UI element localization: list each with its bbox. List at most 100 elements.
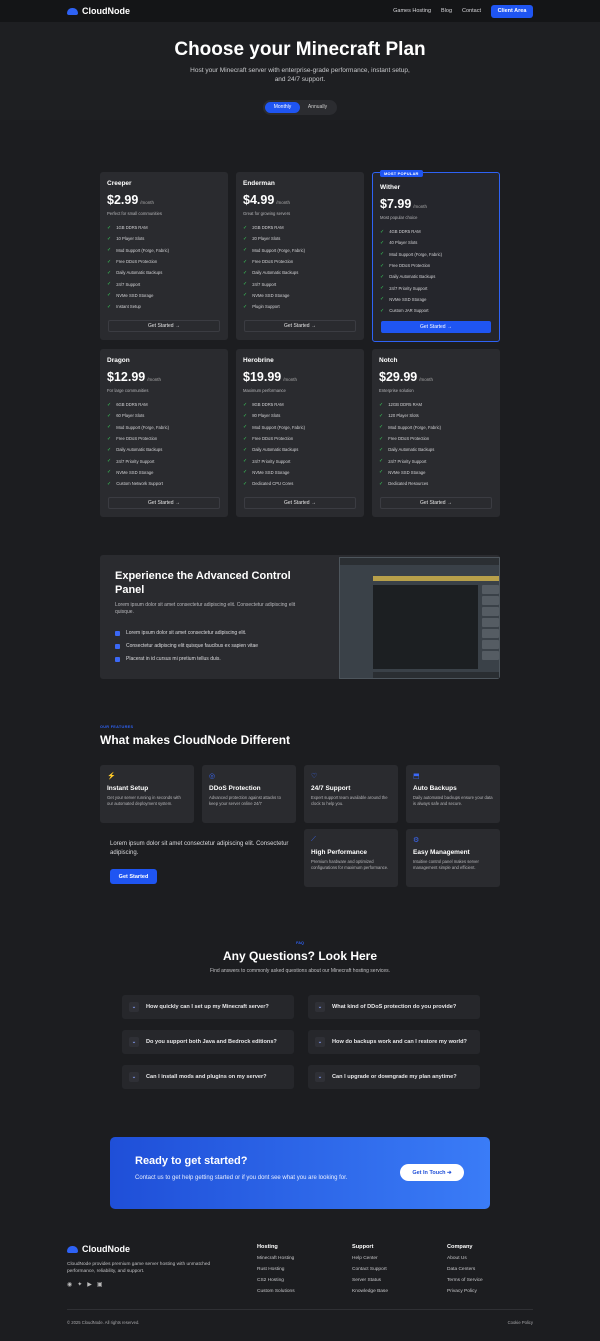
client-area-button[interactable]: Client Area [491,4,533,18]
plan-get-started-button[interactable]: Get Started → [244,497,356,509]
feature-text: 24/7 Support [252,281,277,287]
plan-feature-list: ✓ 1GB DDR5 RAM ✓ 10 Player Slots ✓ Mod Suppor… [107,222,221,312]
plan-feature: ✓ 20 Player Slots [243,233,357,244]
check-icon: ✓ [107,401,112,408]
nav-link-blog[interactable]: Blog [441,8,452,14]
check-icon: ✓ [107,446,112,453]
footer-link[interactable]: Help Center [352,1256,388,1267]
feature-title: Instant Setup [107,785,149,792]
plan-feature: ✓ Dedicated CPU Cores [243,478,357,489]
check-icon: ✓ [243,258,248,265]
toggle-monthly[interactable]: Monthly [265,102,300,113]
plan-card-wither: MOST POPULAR Wither $7.99/month Most popu… [372,170,500,342]
faq-item[interactable]: ⌄ Do you support both Java and Bedrock ed… [122,1030,294,1054]
youtube-icon[interactable]: ▶ [87,1281,92,1288]
feature-text: Daily Automatic Backups [252,270,299,276]
faq-subtitle: Find answers to commonly asked questions… [209,968,391,974]
footer-link[interactable]: Minecraft Hosting [257,1256,295,1267]
plan-feature: ✓ 24/7 Support [243,278,357,289]
faq-item[interactable]: ⌄ Can I upgrade or downgrade my plan anyt… [308,1065,480,1089]
feature-text: Mod Support (Forge, Fabric) [252,424,306,430]
plan-feature: ✓ Daily Automatic Backups [107,267,221,278]
footer-link[interactable]: Knowledge Base [352,1289,388,1300]
check-icon: ✓ [243,401,248,408]
check-icon: ✓ [107,424,112,431]
price-period: /month [283,377,297,382]
plan-get-started-button[interactable]: Get Started → [380,497,492,509]
footer-link[interactable]: Rust Hosting [257,1267,295,1278]
faq-item[interactable]: ⌄ How do backups work and can I restore m… [308,1030,480,1054]
plan-get-started-button[interactable]: Get Started → [244,320,356,332]
check-icon: ✓ [107,281,112,288]
toggle-annually[interactable]: Annually [300,102,335,113]
check-icon: ✓ [243,281,248,288]
chart-icon: ⟋ [311,836,316,843]
footer-link[interactable]: Server Status [352,1278,388,1289]
footer-link[interactable]: Privacy Policy [447,1289,483,1300]
plan-feature: ✓ Daily Automatic Backups [380,271,492,282]
brand-logo[interactable]: CloudNode [67,6,130,16]
twitch-icon[interactable]: ▣ [97,1281,103,1288]
footer-column-title: Hosting [257,1244,278,1250]
footer-link[interactable]: Data Centers [447,1267,483,1278]
footer-link[interactable]: Contact Support [352,1267,388,1278]
plan-feature: ✓ Free DDoS Protection [380,260,492,271]
shield-icon: ◎ [209,773,216,780]
plan-feature: ✓ 24/7 Priority Support [107,455,221,466]
footer-column-hosting: Hosting Minecraft Hosting Rust Hosting CS2 … [257,1244,295,1300]
feature-text: Free DDoS Protection [252,259,294,265]
feature-text: 24/7 Priority Support [252,458,291,464]
plan-feature: ✓ 8GB DDR5 RAM [243,399,357,410]
plan-get-started-button[interactable]: Get Started → [108,320,220,332]
plan-price: $2.99/month [107,193,221,207]
plan-feature: ✓ Free DDoS Protection [379,433,493,444]
check-icon: ✓ [107,258,112,265]
nav-link-contact[interactable]: Contact [462,8,481,14]
feature-text: Custom JAR Support [389,308,429,314]
plan-card-dragon: Dragon $12.99/month For large communitie… [100,349,228,517]
cookie-policy-link[interactable]: Cookie Policy [508,1320,533,1325]
plan-feature: ✓ 24/7 Support [107,278,221,289]
feature-text: 6GB DDR5 RAM [116,402,148,408]
footer-logo[interactable]: CloudNode [67,1244,212,1254]
faq-item[interactable]: ⌄ What kind of DDoS protection do you pro… [308,995,480,1019]
feature-text: 24/7 Priority Support [388,458,427,464]
check-icon: ✓ [243,435,248,442]
plan-description: Maximum performance [243,388,286,393]
price-period: /month [413,204,428,209]
price-period: /month [147,377,161,382]
footer-link[interactable]: Terms of Service [447,1278,483,1289]
page-title: Choose your Minecraft Plan [174,39,426,60]
footer-link[interactable]: About Us [447,1256,483,1267]
faq-item[interactable]: ⌄ How quickly can I set up my Minecraft s… [122,995,294,1019]
footer-link[interactable]: Custom Solutions [257,1289,295,1300]
price-period: /month [140,200,155,205]
check-icon: ✓ [243,480,248,487]
features-tag: OUR FEATURES [100,725,134,729]
plan-feature: ✓ 1GB DDR5 RAM [107,222,221,233]
footer-link[interactable]: CS2 Hosting [257,1278,295,1289]
twitter-icon[interactable]: ✦ [77,1281,82,1288]
faq-question: What kind of DDoS protection do you prov… [332,1004,457,1010]
feature-title: DDoS Protection [209,785,261,792]
nav-link-games-hosting[interactable]: Games Hosting [393,8,431,14]
feature-text: 60 Player Slots [116,413,145,419]
check-icon: ✓ [107,269,112,276]
plan-feature: ✓ 6GB DDR5 RAM [107,399,221,410]
get-in-touch-button[interactable]: Get In Touch ➔ [400,1164,464,1181]
plan-get-started-button[interactable]: Get Started → [108,497,220,509]
discord-icon[interactable]: ◉ [67,1281,72,1288]
chevron-down-icon: ⌄ [129,1037,139,1047]
top-navbar: CloudNode Games Hosting Blog Contact Cli… [0,0,600,22]
plan-get-started-button[interactable]: Get Started → [381,321,491,333]
get-started-button[interactable]: Get Started [110,869,157,884]
check-icon: ✓ [243,469,248,476]
check-icon: ✓ [379,469,384,476]
plan-price: $19.99/month [243,370,357,384]
faq-item[interactable]: ⌄ Can I install mods and plugins on my se… [122,1065,294,1089]
most-popular-badge: MOST POPULAR [380,170,423,177]
faq-question: Can I install mods and plugins on my ser… [146,1074,267,1080]
control-panel-section: Experience the Advanced Control Panel Lo… [100,555,500,679]
plan-card-notch: Notch $29.99/month Enterprise solution ✓… [372,349,500,517]
footer-about: CloudNode provides premium game server h… [67,1262,211,1274]
